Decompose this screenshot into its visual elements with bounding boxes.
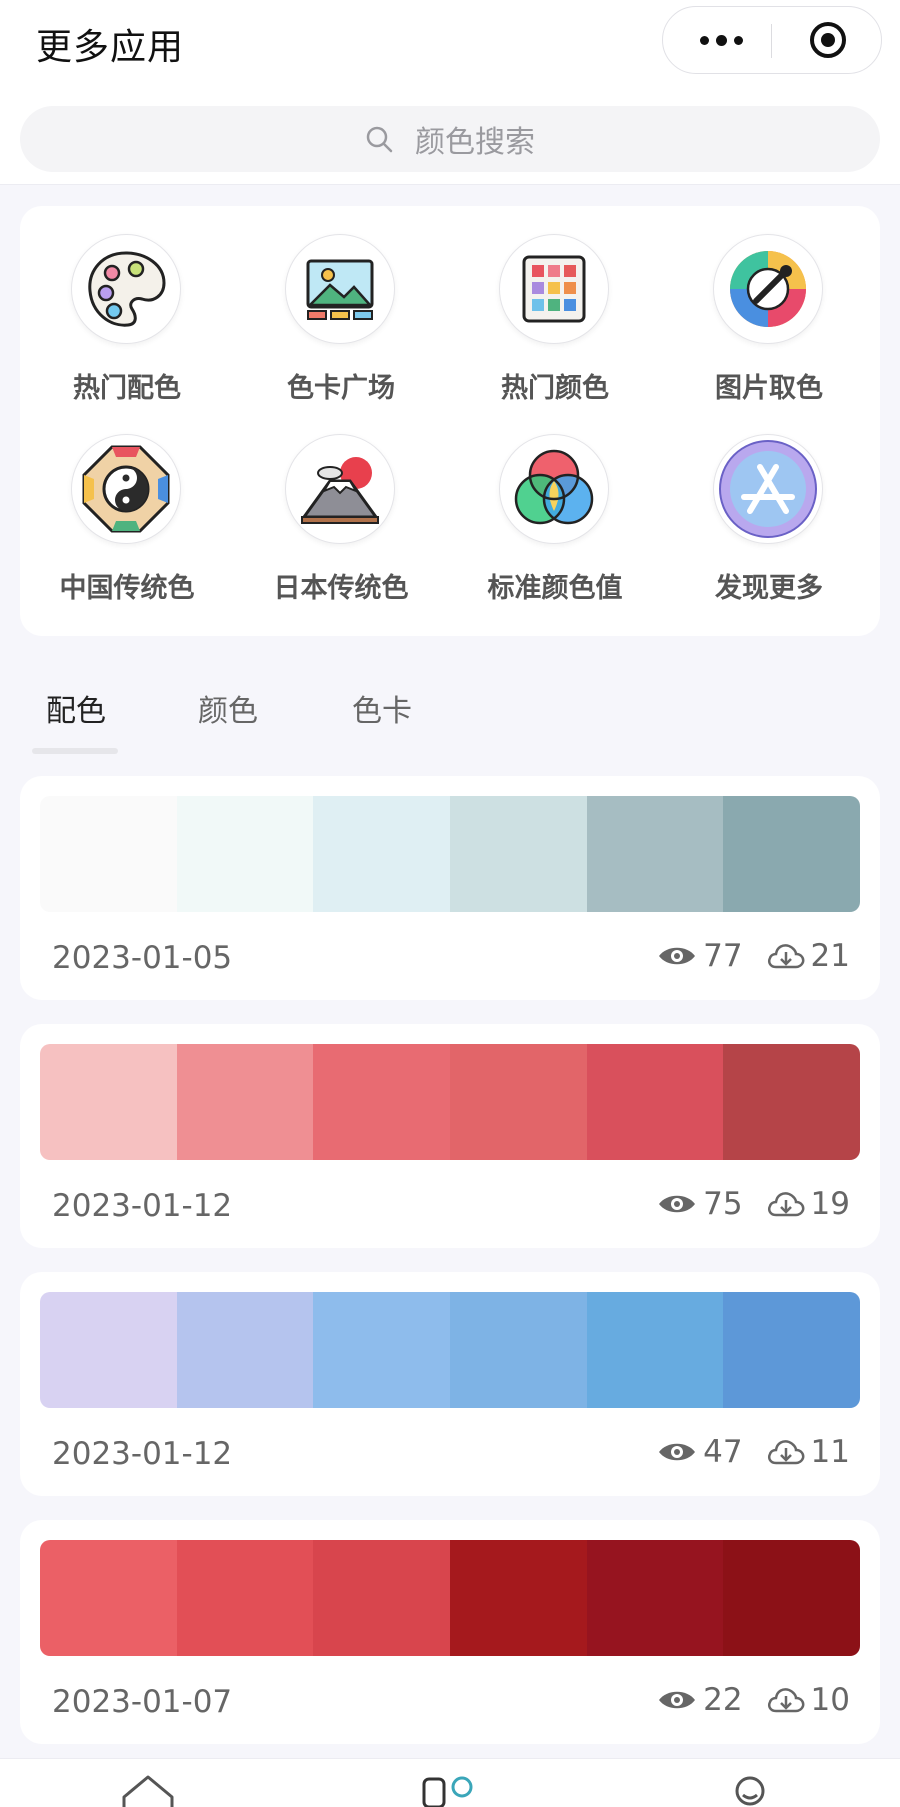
view-count: 75 bbox=[703, 1186, 743, 1222]
color-swatch[interactable] bbox=[586, 796, 724, 912]
palette-swatches bbox=[40, 1044, 860, 1160]
profile-icon[interactable] bbox=[730, 1773, 770, 1807]
eye-icon bbox=[659, 1691, 696, 1709]
cloud-download-icon bbox=[767, 1440, 804, 1465]
category-label: 日本传统色 bbox=[273, 573, 409, 604]
category-hot-palettes[interactable]: 热门配色 bbox=[20, 206, 234, 404]
category-pick-color-from-image[interactable]: 图片取色 bbox=[662, 206, 876, 404]
category-grid: 热门配色 色卡广场 热门颜色 图片取色 中国传统色 日本传统色 标准颜色值 发现… bbox=[20, 206, 880, 636]
color-swatch[interactable] bbox=[313, 796, 451, 912]
cloud-download-icon bbox=[767, 1192, 804, 1217]
category-hot-colors[interactable]: 热门颜色 bbox=[448, 206, 662, 404]
tab-palettes[interactable]: 配色 bbox=[46, 686, 106, 730]
more-menu-icon[interactable] bbox=[691, 7, 751, 73]
palette-swatches bbox=[40, 796, 860, 912]
color-swatch[interactable] bbox=[40, 1540, 177, 1656]
color-swatch[interactable] bbox=[40, 1044, 177, 1160]
page-title: 更多应用 bbox=[36, 27, 185, 68]
category-standard-color-values[interactable]: 标准颜色值 bbox=[448, 406, 662, 604]
mini-program-capsule bbox=[662, 6, 882, 74]
category-label: 中国传统色 bbox=[59, 573, 195, 604]
palette-card[interactable]: 2023-01-07 22 10 bbox=[20, 1520, 880, 1744]
download-count: 10 bbox=[810, 1682, 850, 1718]
palette-swatches bbox=[40, 1540, 860, 1656]
cloud-download-icon bbox=[767, 1688, 804, 1713]
color-swatch[interactable] bbox=[586, 1540, 724, 1656]
color-swatch[interactable] bbox=[450, 796, 587, 912]
color-swatch[interactable] bbox=[723, 796, 860, 912]
color-swatch[interactable] bbox=[723, 1540, 860, 1656]
palette-card[interactable]: 2023-01-12 75 19 bbox=[20, 1024, 880, 1248]
color-swatch[interactable] bbox=[176, 1292, 314, 1408]
color-swatch[interactable] bbox=[313, 1292, 451, 1408]
color-swatch[interactable] bbox=[313, 1044, 451, 1160]
color-swatch[interactable] bbox=[450, 1044, 587, 1160]
palette-icon bbox=[88, 251, 166, 327]
color-swatch[interactable] bbox=[450, 1540, 587, 1656]
cloud-download-icon bbox=[767, 944, 804, 969]
palette-swatches bbox=[40, 1292, 860, 1408]
palette-date: 2023-01-05 bbox=[52, 940, 233, 976]
category-label: 标准颜色值 bbox=[487, 573, 623, 604]
image-gallery-icon bbox=[306, 259, 374, 320]
color-swatch[interactable] bbox=[176, 796, 314, 912]
mount-fuji-icon bbox=[301, 457, 379, 524]
category-color-card-square[interactable]: 色卡广场 bbox=[234, 206, 448, 404]
app-store-icon bbox=[719, 440, 817, 538]
color-swatch[interactable] bbox=[40, 1292, 177, 1408]
capsule-divider bbox=[771, 24, 772, 58]
eye-icon bbox=[659, 1443, 696, 1461]
tab-colors[interactable]: 颜色 bbox=[198, 686, 258, 730]
top-navigation: 更多应用 颜色搜索 bbox=[0, 0, 900, 185]
color-swatch[interactable] bbox=[586, 1292, 724, 1408]
download-count: 11 bbox=[810, 1434, 850, 1470]
search-icon bbox=[366, 126, 393, 153]
palette-stats: 22 10 bbox=[657, 1682, 850, 1718]
eye-icon bbox=[659, 1195, 696, 1213]
download-count: 21 bbox=[810, 938, 850, 974]
category-discover-more[interactable]: 发现更多 bbox=[662, 406, 876, 604]
palette-date: 2023-01-07 bbox=[52, 1684, 233, 1720]
color-swatch[interactable] bbox=[176, 1540, 314, 1656]
eye-icon bbox=[659, 947, 696, 965]
search-placeholder: 颜色搜索 bbox=[415, 125, 535, 160]
palette-card[interactable]: 2023-01-12 47 11 bbox=[20, 1272, 880, 1496]
category-label: 色卡广场 bbox=[287, 373, 395, 404]
category-label: 图片取色 bbox=[715, 373, 823, 404]
active-tab-indicator bbox=[32, 748, 118, 754]
palette-card[interactable]: 2023-01-05 77 21 bbox=[20, 776, 880, 1000]
palette-stats: 75 19 bbox=[657, 1186, 850, 1222]
tab-color-cards[interactable]: 色卡 bbox=[352, 686, 412, 730]
color-swatch[interactable] bbox=[723, 1292, 860, 1408]
eyedropper-icon bbox=[730, 251, 806, 327]
home-icon[interactable] bbox=[120, 1773, 176, 1807]
palette-stats: 47 11 bbox=[657, 1434, 850, 1470]
category-japanese-traditional-colors[interactable]: 日本传统色 bbox=[234, 406, 448, 604]
color-swatch[interactable] bbox=[176, 1044, 314, 1160]
bagua-icon bbox=[82, 445, 170, 533]
rgb-circles-icon bbox=[514, 449, 594, 525]
palette-date: 2023-01-12 bbox=[52, 1188, 233, 1224]
category-label: 发现更多 bbox=[715, 573, 823, 604]
view-count: 22 bbox=[703, 1682, 743, 1718]
category-label: 热门配色 bbox=[73, 373, 181, 404]
color-swatch[interactable] bbox=[313, 1540, 451, 1656]
content-tabs: 配色 颜色 色卡 bbox=[0, 680, 900, 754]
view-count: 47 bbox=[703, 1434, 743, 1470]
palette-date: 2023-01-12 bbox=[52, 1436, 233, 1472]
color-grid-icon bbox=[522, 255, 586, 323]
category-label: 热门颜色 bbox=[501, 373, 609, 404]
color-swatch[interactable] bbox=[450, 1292, 587, 1408]
bottom-tab-bar bbox=[0, 1758, 900, 1807]
download-count: 19 bbox=[810, 1186, 850, 1222]
category-chinese-traditional-colors[interactable]: 中国传统色 bbox=[20, 406, 234, 604]
search-bar[interactable]: 颜色搜索 bbox=[20, 106, 880, 172]
color-swatch[interactable] bbox=[586, 1044, 724, 1160]
color-swatch[interactable] bbox=[40, 796, 177, 912]
view-count: 77 bbox=[703, 938, 743, 974]
apps-icon[interactable] bbox=[420, 1773, 476, 1807]
palette-stats: 77 21 bbox=[657, 938, 850, 974]
color-swatch[interactable] bbox=[723, 1044, 860, 1160]
close-target-icon[interactable] bbox=[809, 21, 847, 59]
